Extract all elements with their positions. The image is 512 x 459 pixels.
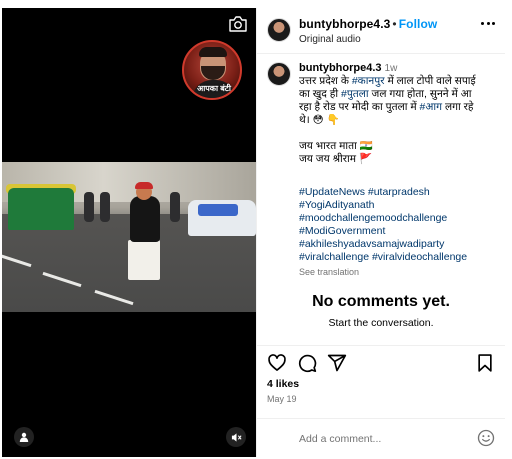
caption-line: उत्तर प्रदेश के #कानपुर में लाल टोपी वाल… — [299, 75, 501, 88]
video-frame[interactable] — [2, 162, 256, 312]
caption-text-span: लगा रहे — [442, 101, 474, 113]
post-header: buntybhorpe4.3 • Follow Original audio — [257, 8, 505, 54]
mute-button[interactable] — [226, 427, 246, 447]
media-panel[interactable]: आपका बंटी — [2, 8, 256, 457]
camera-icon[interactable] — [228, 16, 248, 32]
caption-line: का खुद ही #पुतला जल गया होता, सुनने में … — [299, 88, 501, 101]
video-person — [84, 192, 94, 222]
caption-text-span: में लाल टोपी वाले सपाई — [384, 75, 476, 87]
badge-text: आपका बंटी — [197, 84, 231, 93]
author-line: buntybhorpe4.3 • Follow — [299, 17, 437, 31]
hashtag-link[interactable]: #moodchallengemoodchallenge — [299, 212, 501, 225]
more-dot — [481, 22, 484, 25]
follow-button[interactable]: Follow — [399, 17, 438, 31]
bookmark-icon[interactable] — [475, 353, 495, 373]
video-man-cap — [135, 182, 153, 189]
hashtag-link[interactable]: #viralchallenge #viralvideochallenge — [299, 251, 501, 264]
creator-badge: आपका बंटी — [182, 40, 242, 100]
caption-text: उत्तर प्रदेश के #कानपुर में लाल टोपी वाल… — [299, 75, 501, 166]
post-date[interactable]: May 19 — [267, 394, 297, 404]
hashtag-link[interactable]: #आग — [420, 101, 442, 113]
author-username[interactable]: buntybhorpe4.3 — [299, 17, 390, 31]
author-avatar[interactable] — [267, 18, 291, 42]
hashtag-link[interactable]: #कानपुर — [352, 75, 385, 87]
more-dot — [486, 22, 490, 25]
likes-count[interactable]: 4 likes — [267, 378, 299, 390]
caption-avatar[interactable] — [267, 62, 291, 86]
caption-text-span: उत्तर प्रदेश के — [299, 75, 352, 87]
video-person — [170, 192, 180, 222]
comment-bar — [257, 418, 505, 457]
see-translation-link[interactable]: See translation — [299, 267, 359, 277]
caption-text-span: जल गया होता, सुनने में आ — [368, 88, 472, 100]
share-icon[interactable] — [327, 353, 347, 373]
caption-line: रहा है रोड पर मोदी का पुतला में #आग लगा … — [299, 101, 501, 114]
caption-username[interactable]: buntybhorpe4.3 — [299, 62, 382, 74]
caption-line: थे। 😳 👇 — [299, 114, 340, 126]
heart-icon[interactable] — [267, 353, 287, 373]
caption-area: buntybhorpe4.3 1w उत्तर प्रदेश के #कानपुर… — [257, 55, 505, 345]
hashtag-link[interactable]: #पुतला — [341, 88, 369, 100]
no-comments-subtitle: Start the conversation. — [328, 317, 434, 329]
caption-text-span: रहा है रोड पर मोदी का पुतला में — [299, 101, 420, 113]
more-dot — [492, 22, 495, 25]
hashtag-link[interactable]: #ModiGovernment — [299, 225, 501, 238]
emoji-icon[interactable] — [477, 429, 495, 447]
hashtag-list: #UpdateNews #utarpradesh #YogiAdityanath… — [299, 186, 501, 264]
post-sidebar: buntybhorpe4.3 • Follow Original audio bun… — [256, 8, 505, 457]
mute-icon — [231, 432, 242, 442]
action-bar: 4 likes May 19 — [257, 345, 505, 415]
badge-hair — [199, 47, 227, 57]
caption-time[interactable]: 1w — [385, 63, 398, 74]
video-person — [100, 192, 110, 222]
hashtag-link[interactable]: #akhileshyadavsamajwadiparty — [299, 238, 501, 251]
video-man-body — [130, 196, 160, 242]
caption-line: जय जय श्रीराम 🚩 — [299, 153, 373, 165]
caption-text-span: का खुद ही — [299, 88, 341, 100]
more-options-icon[interactable] — [481, 22, 495, 26]
audio-label[interactable]: Original audio — [299, 34, 361, 45]
video-man-legs — [128, 240, 160, 280]
user-tag-icon — [19, 432, 29, 442]
no-comments-title: No comments yet. — [312, 293, 450, 310]
comment-input[interactable] — [299, 431, 459, 447]
separator-dot: • — [392, 17, 397, 31]
hashtag-link[interactable]: #YogiAdityanath — [299, 199, 501, 212]
video-car-window — [198, 204, 238, 216]
caption-line: जय भारत माता 🇮🇳 — [299, 140, 373, 152]
video-rickshaw — [8, 188, 74, 230]
comment-icon[interactable] — [297, 353, 317, 373]
post-modal: आपका बंटी buntybhorpe4.3 • Follow Origin… — [0, 0, 512, 459]
caption-header: buntybhorpe4.3 1w — [299, 62, 397, 74]
tagged-users-button[interactable] — [14, 427, 34, 447]
hashtag-link[interactable]: #UpdateNews #utarpradesh — [299, 186, 501, 199]
